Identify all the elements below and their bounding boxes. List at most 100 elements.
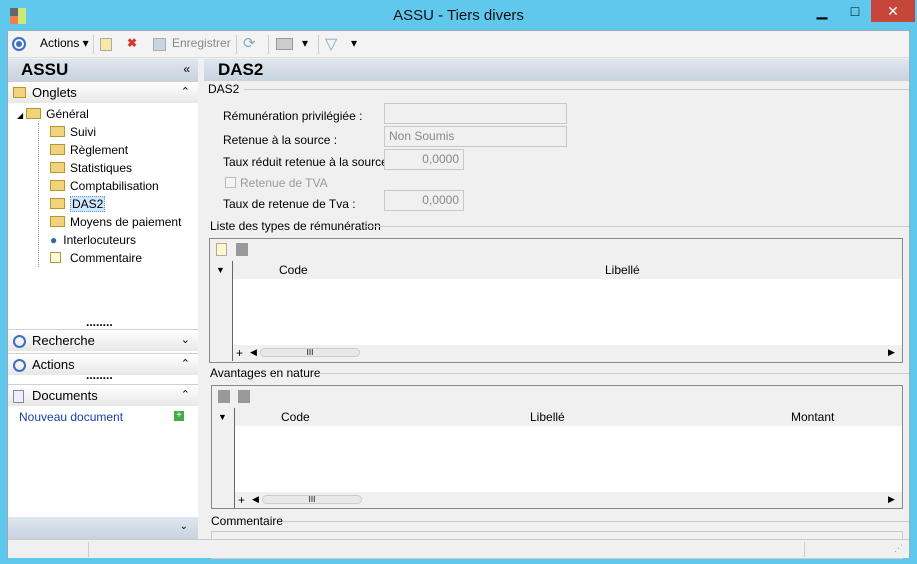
folder-icon	[50, 144, 65, 155]
new-row-icon[interactable]	[216, 243, 227, 256]
window-title: ASSU - Tiers divers	[393, 7, 524, 24]
tree-item-statistiques[interactable]: Statistiques	[50, 159, 132, 177]
folder-open-icon	[50, 198, 65, 209]
delete-icon[interactable]: ✖	[127, 36, 137, 50]
left-panel: ASSU « Onglets ⌃ ◢ Général Suivi Règlemen…	[8, 59, 198, 539]
divider	[282, 521, 909, 522]
grid-body	[233, 279, 902, 345]
group-label: Commentaire	[211, 514, 284, 528]
splitter-grip[interactable]: ........	[86, 368, 113, 382]
add-row-button[interactable]: +	[238, 493, 245, 507]
chevron-up-icon[interactable]: ⌃	[181, 354, 190, 375]
circle-icon[interactable]	[12, 37, 26, 51]
note-icon	[50, 252, 61, 263]
column-header-libelle[interactable]: Libellé	[530, 408, 565, 426]
filter-dropdown[interactable]: ▾	[351, 36, 357, 50]
divider	[319, 373, 909, 374]
left-footer: ⌄	[8, 517, 198, 539]
column-header-code[interactable]: Code	[279, 261, 308, 279]
refresh-icon[interactable]: ⟳	[243, 34, 256, 52]
taux-tva-field[interactable]: 0,0000	[384, 190, 464, 211]
main-header: DAS2	[204, 59, 909, 81]
print-icon[interactable]	[276, 38, 293, 50]
print-dropdown[interactable]: ▾	[302, 36, 308, 50]
title-bar: ASSU - Tiers divers ▁ □ ✕	[0, 0, 917, 30]
edit-icon[interactable]	[238, 390, 250, 403]
column-header-libelle[interactable]: Libellé	[605, 261, 640, 279]
grid-header: Code Libellé	[233, 261, 902, 279]
horizontal-scrollbar[interactable]: III	[260, 348, 360, 357]
tree-item-suivi[interactable]: Suivi	[50, 123, 96, 141]
close-button[interactable]: ✕	[871, 0, 915, 22]
menu-arrow-icon[interactable]: ▼	[218, 412, 227, 422]
folder-icon	[50, 216, 65, 227]
folder-icon	[50, 180, 65, 191]
add-row-button[interactable]: +	[236, 346, 243, 360]
section-documents[interactable]: Documents ⌃	[8, 384, 198, 406]
scroll-right-icon[interactable]: ▶	[888, 494, 895, 505]
actions-menu[interactable]: Actions ▾	[40, 36, 89, 50]
retenue-source-field[interactable]: Non Soumis	[384, 126, 567, 147]
window-frame: Actions ▾ ✖ Enregistrer ⟳ ▾ ▽ ▾ ASSU « O…	[7, 30, 910, 559]
retenue-tva-checkbox[interactable]	[225, 177, 236, 188]
tree-item-das2[interactable]: DAS2	[50, 195, 106, 213]
scroll-right-icon[interactable]: ▶	[888, 347, 895, 358]
save-button[interactable]: Enregistrer	[172, 36, 231, 50]
avantages-grid: ▼ Code Libellé Montant + ◀ III ▶	[211, 385, 903, 509]
edit-icon[interactable]	[236, 243, 248, 256]
taux-reduit-field[interactable]: 0,0000	[384, 149, 464, 170]
folder-icon	[50, 162, 65, 173]
separator	[268, 35, 269, 54]
tree-item-comptabilisation[interactable]: Comptabilisation	[50, 177, 159, 195]
field-label: Rémunération privilégiée :	[223, 109, 363, 123]
people-icon: ●	[50, 233, 58, 247]
new-icon[interactable]	[100, 38, 112, 51]
chevron-up-icon[interactable]: ⌃	[181, 385, 190, 406]
collapse-button[interactable]: «	[183, 62, 190, 76]
chevron-down-icon[interactable]: ⌄	[180, 521, 188, 532]
toolbar: Actions ▾ ✖ Enregistrer ⟳ ▾ ▽ ▾	[8, 31, 909, 58]
section-recherche[interactable]: Recherche ⌄	[8, 329, 198, 351]
maximize-button[interactable]: □	[838, 0, 872, 22]
circle-icon	[13, 335, 26, 348]
save-icon	[153, 38, 166, 51]
scroll-left-icon[interactable]: ◀	[252, 494, 259, 505]
tree-node-general[interactable]: ◢ Général	[17, 105, 89, 123]
resize-grip-icon[interactable]: ⋰	[894, 543, 903, 554]
new-document-link[interactable]: Nouveau document	[19, 410, 123, 424]
tree-item-interlocuteurs[interactable]: ● Interlocuteurs	[50, 231, 136, 249]
field-label: Retenue à la source :	[223, 133, 338, 147]
chevron-up-icon[interactable]: ⌃	[181, 82, 190, 103]
field-label: Taux de retenue de Tva :	[223, 197, 356, 211]
column-header-montant[interactable]: Montant	[791, 408, 834, 426]
filter-icon[interactable]: ▽	[325, 34, 337, 54]
folder-icon	[13, 87, 26, 98]
minimize-button[interactable]: ▁	[805, 0, 839, 22]
menu-arrow-icon[interactable]: ▼	[216, 265, 225, 275]
tree-item-reglement[interactable]: Règlement	[50, 141, 128, 159]
separator	[236, 35, 237, 54]
section-onglets[interactable]: Onglets ⌃	[8, 81, 198, 103]
group-label: Liste des types de rémunération	[210, 219, 381, 233]
separator	[318, 35, 319, 54]
field-label: Taux réduit retenue à la source :	[223, 155, 395, 169]
chevron-down-icon[interactable]: ⌄	[181, 330, 190, 351]
horizontal-scrollbar[interactable]: III	[262, 495, 362, 504]
splitter-grip[interactable]: ........	[86, 315, 113, 329]
grid-body	[235, 426, 902, 492]
tree-item-moyens-de-paiement[interactable]: Moyens de paiement	[50, 213, 181, 231]
folder-icon	[50, 126, 65, 137]
column-header-code[interactable]: Code	[281, 408, 310, 426]
group-label: DAS2	[208, 82, 240, 96]
scroll-left-icon[interactable]: ◀	[250, 347, 257, 358]
remuneration-privilegiee-field[interactable]	[384, 103, 567, 124]
new-row-icon[interactable]	[218, 390, 230, 403]
grid-header: Code Libellé Montant	[235, 408, 902, 426]
tree-label: Général	[46, 107, 89, 121]
tree-item-commentaire[interactable]: Commentaire	[50, 249, 142, 267]
main-panel: DAS2 DAS2 Rémunération privilégiée : Ret…	[204, 59, 909, 559]
page-title: DAS2	[218, 60, 264, 79]
remuneration-grid: ▼ Code Libellé + ◀ III ▶	[209, 238, 903, 363]
add-icon[interactable]: +	[174, 411, 184, 421]
circle-icon	[13, 359, 26, 372]
